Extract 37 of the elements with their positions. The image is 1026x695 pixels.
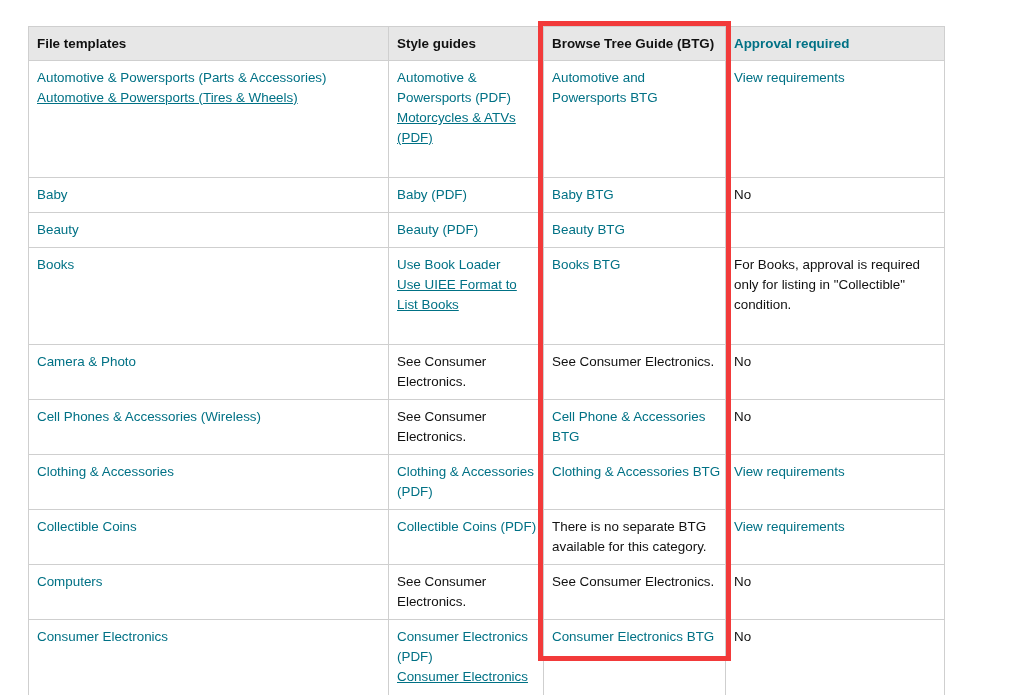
cell-text: See Consumer Electronics. — [397, 353, 488, 391]
table-link[interactable]: Collectible Coins — [37, 517, 137, 537]
table-link[interactable]: Consumer Electronics — [397, 667, 528, 687]
cell-text: See Consumer Electronics. — [397, 573, 488, 611]
table-link[interactable]: Books BTG — [552, 255, 621, 275]
table-link[interactable]: Books — [37, 255, 75, 275]
column-header: Style guides — [397, 36, 476, 51]
column-header: Approval required — [734, 36, 850, 51]
table-link[interactable]: Baby — [37, 185, 68, 205]
column-header: File templates — [37, 36, 127, 51]
table-link[interactable]: Automotive & Powersports (PDF) — [397, 68, 540, 108]
cell-text: See Consumer Electronics. — [552, 353, 716, 371]
cell-text: There is no separate BTG available for this category. — [552, 518, 708, 556]
table-link[interactable]: Clothing & Accessories — [37, 462, 174, 482]
table-link[interactable]: Automotive & Powersports (Tires & Wheels) — [37, 88, 298, 108]
table-link[interactable]: View requirements — [734, 462, 845, 482]
cell-text: No — [734, 628, 753, 646]
table-link[interactable]: Consumer Electronics (PDF) — [397, 627, 540, 667]
table-link[interactable]: Beauty — [37, 220, 79, 240]
cell-text: No — [734, 408, 753, 426]
table-link[interactable]: Use UIEE Format to List Books — [397, 275, 540, 315]
table-link[interactable]: View requirements — [734, 68, 845, 88]
table-link[interactable]: Computers — [37, 572, 103, 592]
cell-text: For Books, approval is required only for listing in "Collectible" condition. — [734, 256, 922, 314]
column-header: Browse Tree Guide (BTG) — [552, 36, 715, 51]
cell-text: No — [734, 573, 753, 591]
table-link[interactable]: Use Book Loader — [397, 255, 501, 275]
table-link[interactable]: View requirements — [734, 517, 845, 537]
cell-text: No — [734, 186, 753, 204]
table-link[interactable]: Camera & Photo — [37, 352, 136, 372]
table-link[interactable]: Consumer Electronics — [37, 627, 168, 647]
cell-text: See Consumer Electronics. — [397, 408, 488, 446]
table-link[interactable]: Motorcycles & ATVs (PDF) — [397, 108, 540, 148]
table-link[interactable]: Baby BTG — [552, 185, 614, 205]
table-link[interactable]: Automotive & Powersports (Parts & Accessories) — [37, 68, 327, 88]
cell-text: See Consumer Electronics. — [552, 573, 716, 591]
cell-text: No — [734, 353, 753, 371]
